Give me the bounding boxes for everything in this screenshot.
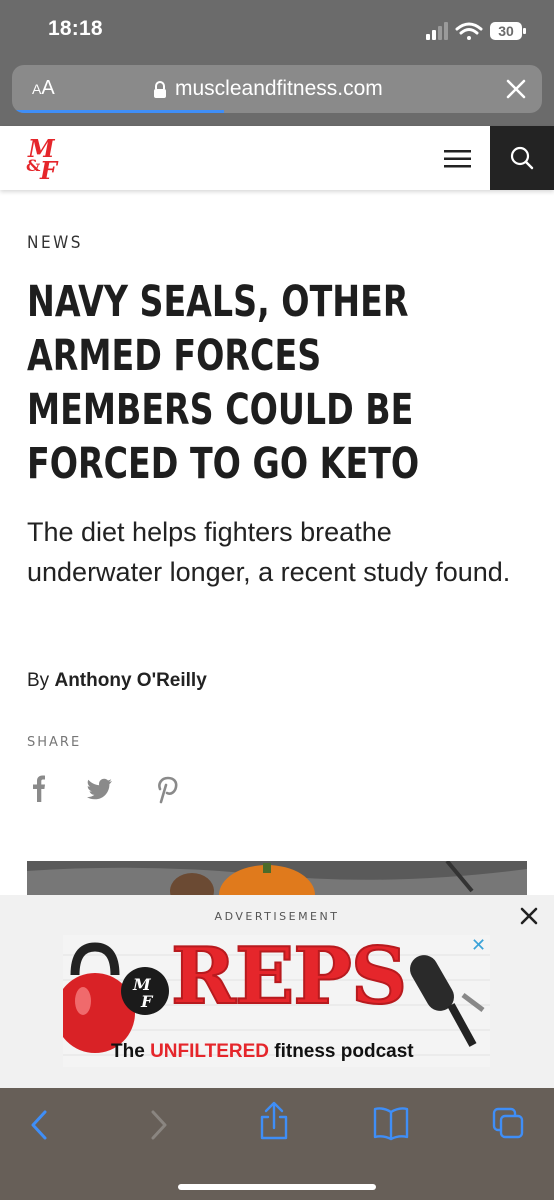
advertisement-area: ADVERTISEMENT M F REPS The UNFILTERED fi… xyxy=(0,895,554,1088)
address-bar[interactable]: AA muscleandfitness.com xyxy=(12,65,542,113)
bookmarks-icon[interactable] xyxy=(373,1107,409,1141)
headline-line: FORCED TO GO KETO xyxy=(27,439,420,489)
ad-logo-badge: M F xyxy=(121,967,169,1015)
byline-prefix: By xyxy=(27,670,50,691)
browser-top-chrome: 18:18 30 AA muscleandfitness.com xyxy=(0,0,554,126)
browser-toolbar xyxy=(0,1088,554,1200)
lock-icon xyxy=(153,81,167,104)
ad-sub-red: UNFILTERED xyxy=(150,1041,269,1062)
forward-icon[interactable] xyxy=(151,1110,167,1140)
ad-title: REPS xyxy=(170,935,408,1023)
cellular-signal-icon xyxy=(426,22,448,40)
twitter-icon xyxy=(86,778,112,800)
menu-hamburger-icon[interactable] xyxy=(444,150,472,168)
stop-loading-close-icon[interactable] xyxy=(502,75,530,103)
article-headline: NAVY SEALS, OTHER ARMED FORCES MEMBERS C… xyxy=(27,275,431,491)
wifi-icon xyxy=(455,22,483,40)
author-link[interactable]: Anthony O'Reilly xyxy=(54,670,206,691)
search-icon xyxy=(510,146,534,170)
logo-letter-f: F xyxy=(39,156,59,183)
share-icon[interactable] xyxy=(260,1101,288,1140)
pinterest-icon xyxy=(158,776,178,804)
site-logo[interactable]: M & F xyxy=(26,134,72,188)
aa-small: A xyxy=(32,81,42,97)
url-text[interactable]: muscleandfitness.com xyxy=(175,77,383,101)
facebook-icon xyxy=(33,775,45,802)
page-load-progress xyxy=(12,110,224,113)
aa-large: A xyxy=(41,77,55,99)
byline: By Anthony O'Reilly xyxy=(27,670,207,692)
logo-ampersand: & xyxy=(26,156,41,175)
back-icon[interactable] xyxy=(31,1110,47,1140)
status-icons: 30 xyxy=(424,18,534,44)
ad-sub-the: The xyxy=(111,1041,151,1062)
ad-banner[interactable]: M F REPS The UNFILTERED fitness podcast … xyxy=(63,935,490,1067)
ad-logo-f: F xyxy=(140,992,154,1011)
reader-options-button[interactable]: AA xyxy=(32,77,55,100)
article-dek: The diet helps fighters breathe underwat… xyxy=(27,517,511,587)
status-time: 18:18 xyxy=(48,17,103,40)
headline-line: MEMBERS COULD BE xyxy=(27,385,414,435)
ad-label: ADVERTISEMENT xyxy=(214,910,340,923)
share-label: SHARE xyxy=(27,735,82,750)
hero-image xyxy=(27,861,527,897)
ad-close-icon[interactable] xyxy=(518,905,540,927)
search-button[interactable] xyxy=(490,126,554,190)
tabs-icon[interactable] xyxy=(492,1107,524,1139)
share-icons xyxy=(24,772,194,811)
headline-line: NAVY SEALS, OTHER xyxy=(27,277,409,327)
ad-sub-rest: fitness podcast xyxy=(268,1041,414,1062)
battery-icon: 30 xyxy=(490,22,526,40)
battery-level: 30 xyxy=(498,23,514,39)
headline-line: ARMED FORCES xyxy=(27,331,322,381)
site-header: M & F xyxy=(0,126,554,190)
article-category[interactable]: NEWS xyxy=(27,233,83,253)
adchoices-close-icon[interactable]: ✕ xyxy=(471,935,486,956)
home-indicator xyxy=(178,1184,376,1190)
ad-subtitle: The UNFILTERED fitness podcast xyxy=(111,1041,414,1063)
microphone-icon xyxy=(410,955,485,1047)
